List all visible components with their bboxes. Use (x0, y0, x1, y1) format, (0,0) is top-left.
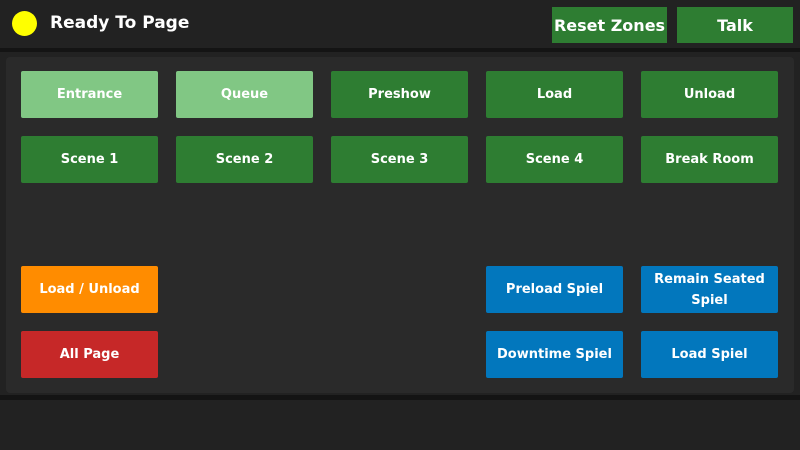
zone-button-scene-3[interactable]: Scene 3 (331, 136, 468, 183)
footer-divider (0, 395, 800, 400)
status-text: Ready To Page (50, 13, 190, 33)
zone-button-preshow[interactable]: Preshow (331, 71, 468, 118)
status-indicator-icon (12, 11, 37, 36)
header-bar: Ready To Page Reset Zones Talk (0, 0, 800, 48)
all-page-button[interactable]: All Page (21, 331, 158, 378)
load-unload-button[interactable]: Load / Unload (21, 266, 158, 313)
zone-button-queue[interactable]: Queue (176, 71, 313, 118)
zone-button-load[interactable]: Load (486, 71, 623, 118)
talk-button[interactable]: Talk (677, 7, 793, 43)
downtime-spiel-button[interactable]: Downtime Spiel (486, 331, 623, 378)
zone-button-scene-1[interactable]: Scene 1 (21, 136, 158, 183)
zone-button-scene-2[interactable]: Scene 2 (176, 136, 313, 183)
remain-seated-spiel-button[interactable]: Remain Seated Spiel (641, 266, 778, 313)
zone-button-break-room[interactable]: Break Room (641, 136, 778, 183)
zone-button-unload[interactable]: Unload (641, 71, 778, 118)
zone-button-entrance[interactable]: Entrance (21, 71, 158, 118)
header-divider (0, 48, 800, 52)
reset-zones-button[interactable]: Reset Zones (552, 7, 667, 43)
load-spiel-button[interactable]: Load Spiel (641, 331, 778, 378)
preload-spiel-button[interactable]: Preload Spiel (486, 266, 623, 313)
zone-button-scene-4[interactable]: Scene 4 (486, 136, 623, 183)
